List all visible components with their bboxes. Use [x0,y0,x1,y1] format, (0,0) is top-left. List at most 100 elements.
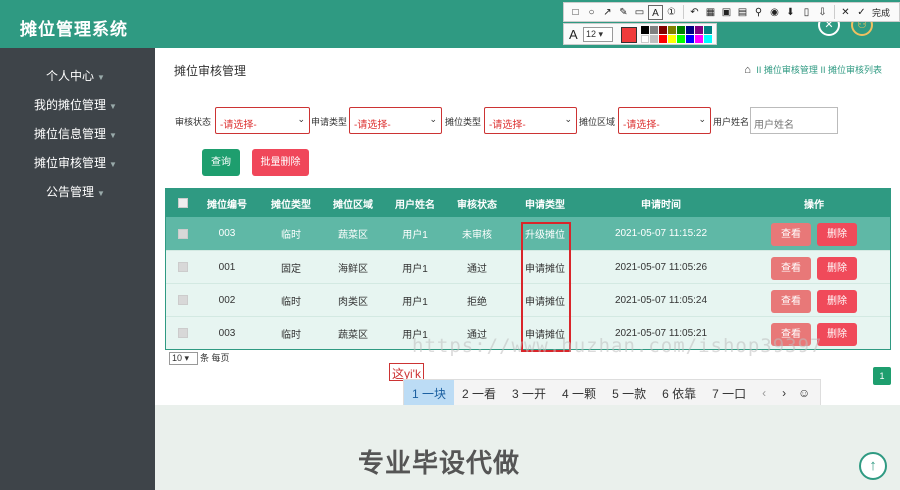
ime-candidate[interactable]: 2 一看 [454,380,504,406]
caret-down-icon: ▼ [109,131,117,140]
cell-audit-status: 未审核 [462,230,492,241]
audit-status-select[interactable]: -请选择- ⌄ [215,107,310,134]
ime-candidate[interactable]: 7 一口 [704,380,754,406]
color-swatch[interactable] [695,35,703,43]
ime-candidate[interactable]: 5 一款 [604,380,654,406]
cell-apply-type: 升级摊位 [525,230,565,241]
ime-candidate[interactable]: 1 一块 [404,380,455,406]
sidebar-item-my-stall[interactable]: 我的摊位管理 ▼ [0,91,155,120]
row-checkbox-cell[interactable] [174,217,192,250]
caret-down-icon: ▼ [97,189,105,198]
view-button[interactable]: 查看 [771,290,811,313]
row-checkbox-cell[interactable] [174,317,192,349]
per-page-select[interactable]: 10 ▾ [169,352,198,365]
sidebar-item-stall-audit[interactable]: 摊位审核管理 ▼ [0,149,155,178]
row-checkbox[interactable] [178,295,188,305]
ocr-tool-icon[interactable]: ▣ [719,5,734,20]
delete-button[interactable]: 删除 [817,257,857,280]
ellipse-tool-icon[interactable]: ○ [584,5,599,20]
sidebar-item-announcements[interactable]: 公告管理 ▼ [0,178,155,207]
undo-icon[interactable]: ↶ [687,5,702,20]
color-swatch[interactable] [650,26,658,34]
ime-candidate[interactable]: 3 一开 [504,380,554,406]
record-icon[interactable]: ◉ [767,5,782,20]
view-button[interactable]: 查看 [771,257,811,280]
rectangle-tool-icon[interactable]: □ [568,5,583,20]
color-swatch[interactable] [695,26,703,34]
select-all-checkbox-cell[interactable] [174,189,192,217]
user-name-placeholder: 用户姓名 [754,120,794,131]
cell-apply-time: 2021-05-07 11:05:24 [614,294,708,306]
phone-icon[interactable]: ▯ [799,5,814,20]
delete-button[interactable]: 删除 [817,290,857,313]
cell-stall-area: 蔬菜区 [338,230,368,241]
pin-icon[interactable]: ⚲ [751,5,766,20]
color-swatch[interactable] [659,26,667,34]
close-icon[interactable]: ✕ [838,5,853,20]
ime-prev-icon[interactable]: ‹ [754,386,774,400]
per-page-value: 10 [172,353,183,363]
mosaic-tool-icon[interactable]: ▦ [703,5,718,20]
delete-button[interactable]: 删除 [817,323,857,346]
ime-candidate[interactable]: 6 依靠 [654,380,704,406]
caret-down-icon: ▼ [109,102,117,111]
cell-user-name: 用户1 [402,296,428,308]
breadcrumb-item[interactable]: 摊位审核列表 [828,65,882,75]
color-swatch[interactable] [668,26,676,34]
ime-candidate[interactable]: 4 一颗 [554,380,604,406]
stall-type-value: -请选择- [489,120,526,131]
row-checkbox-cell[interactable] [174,251,192,283]
ime-next-icon[interactable]: › [774,386,794,400]
color-swatch[interactable] [659,35,667,43]
color-swatch[interactable] [686,26,694,34]
font-size-select[interactable]: 12 ▾ [583,27,613,42]
text-tool-icon[interactable]: A [648,4,663,20]
arrow-tool-icon[interactable]: ↗ [600,5,615,20]
scroll-top-icon[interactable]: ↑ [859,452,887,480]
current-color-swatch[interactable] [621,27,637,43]
sidebar: 个人中心 ▼ 我的摊位管理 ▼ 摊位信息管理 ▼ 摊位审核管理 ▼ 公告管理 ▼ [0,48,155,490]
stall-area-select[interactable]: -请选择- ⌄ [618,107,711,134]
number-tool-icon[interactable]: ① [664,5,679,20]
per-page-label: 条 每页 [200,353,230,363]
row-checkbox[interactable] [178,262,188,272]
query-button[interactable]: 查询 [202,149,240,176]
done-label[interactable]: 完成 [872,6,890,19]
color-swatch[interactable] [677,35,685,43]
audit-status-value: -请选择- [220,120,257,131]
home-icon[interactable]: ⌂ [744,64,751,76]
marker-tool-icon[interactable]: ▭ [632,5,647,20]
delete-button[interactable]: 删除 [817,223,857,246]
color-swatch[interactable] [668,35,676,43]
translate-tool-icon[interactable]: ▤ [735,5,750,20]
color-swatch[interactable] [677,26,685,34]
pen-tool-icon[interactable]: ✎ [616,5,631,20]
apply-type-select[interactable]: -请选择- ⌄ [349,107,442,134]
color-swatch[interactable] [641,26,649,34]
long-screenshot-icon[interactable]: ⇩ [815,5,830,20]
color-swatch[interactable] [650,35,658,43]
select-all-checkbox[interactable] [178,198,188,208]
sidebar-item-stall-info[interactable]: 摊位信息管理 ▼ [0,120,155,149]
view-button[interactable]: 查看 [771,223,811,246]
check-icon[interactable]: ✓ [854,5,869,20]
color-swatch[interactable] [704,26,712,34]
user-name-input[interactable]: 用户姓名 [750,107,838,134]
save-icon[interactable]: ⬇ [783,5,798,20]
breadcrumb-item[interactable]: 摊位审核管理 [764,65,818,75]
row-checkbox[interactable] [178,328,188,338]
color-swatch[interactable] [704,35,712,43]
stall-type-select[interactable]: -请选择- ⌄ [484,107,577,134]
apply-type-label: 申请类型 [311,117,348,127]
row-checkbox-cell[interactable] [174,284,192,316]
row-checkbox[interactable] [178,228,188,239]
cell-stall-type: 固定 [281,263,301,275]
sidebar-item-label: 摊位信息管理 [34,127,107,141]
sidebar-item-personal-center[interactable]: 个人中心 ▼ [0,62,155,91]
batch-delete-button[interactable]: 批量删除 [252,149,309,176]
current-page-button[interactable]: 1 [873,367,891,385]
color-swatch[interactable] [641,35,649,43]
emoji-icon[interactable]: ☺ [794,386,814,400]
color-swatch[interactable] [686,35,694,43]
view-button[interactable]: 查看 [771,323,811,346]
